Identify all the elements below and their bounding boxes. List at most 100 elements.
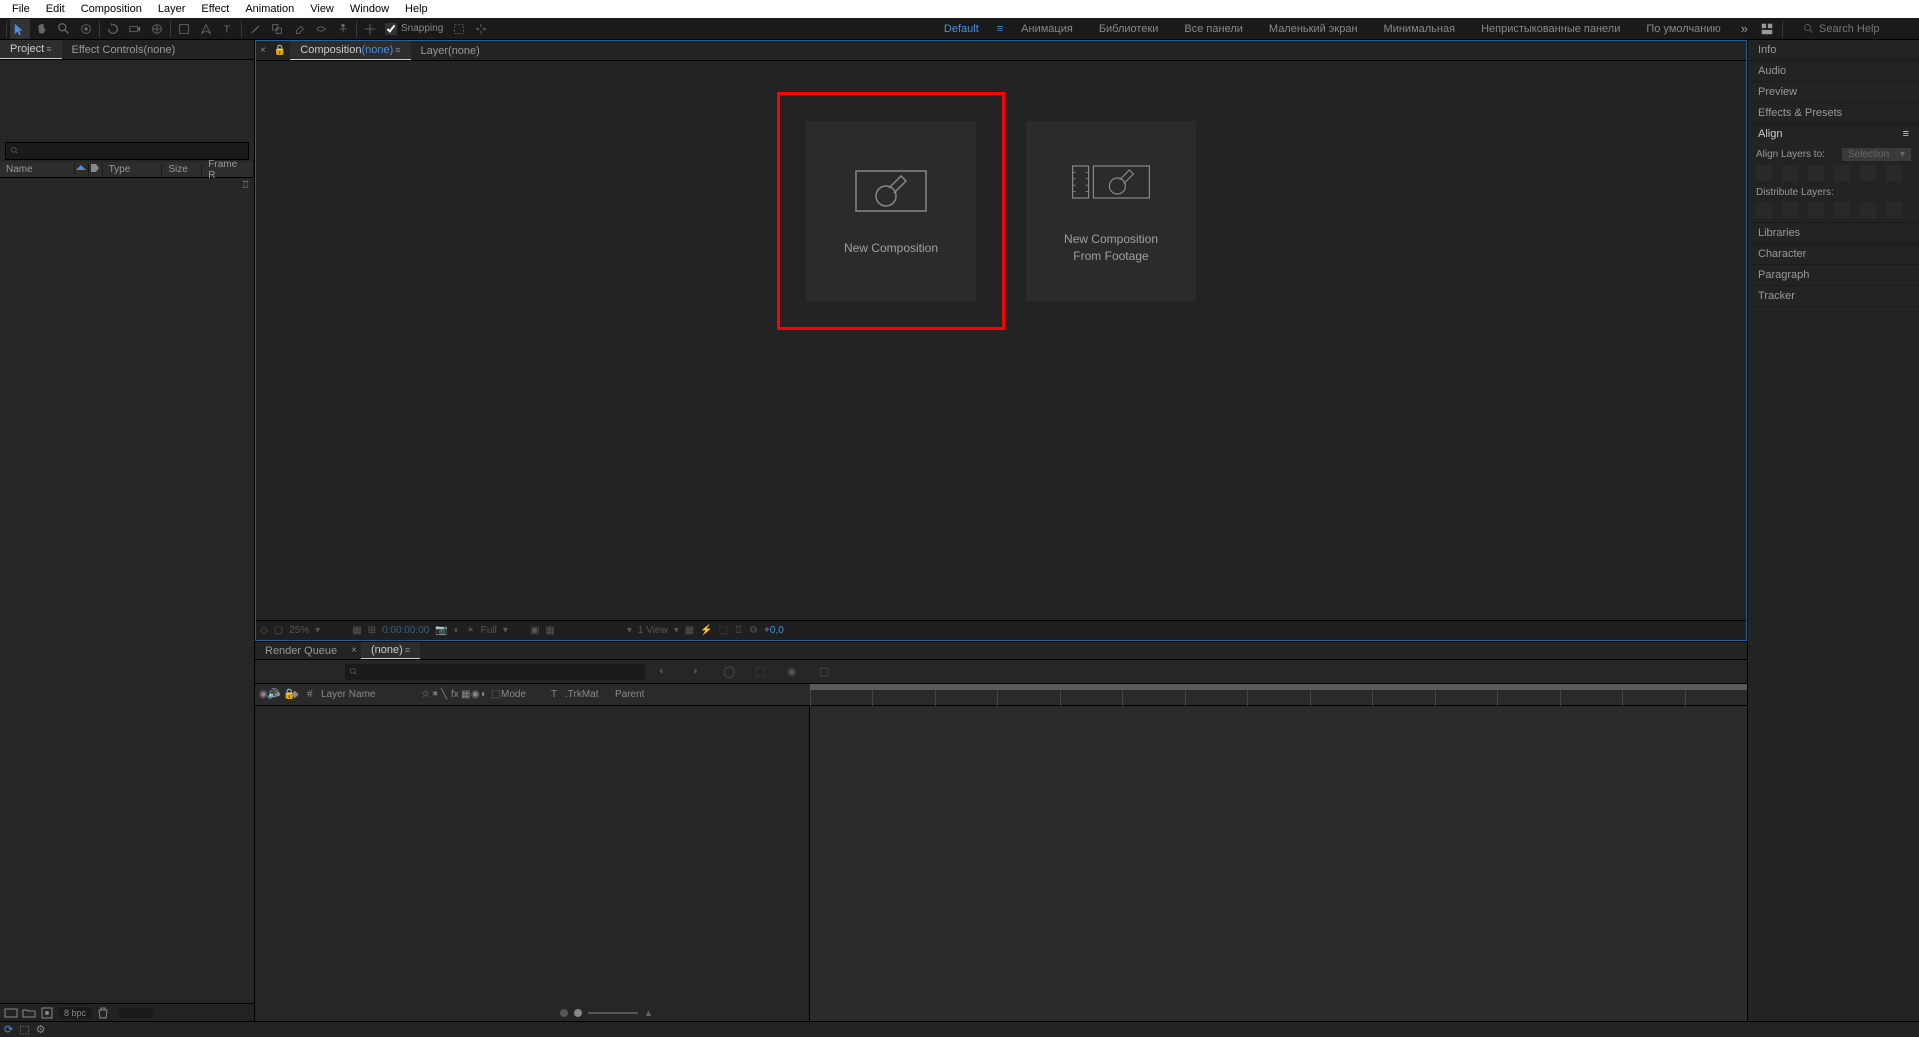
ws-minimal[interactable]: Минимальная [1372, 20, 1468, 38]
paragraph-panel[interactable]: Paragraph [1748, 265, 1919, 285]
timeline-zoom-slider[interactable]: ▲ [560, 1007, 1919, 1019]
exposure-adjust[interactable]: +0,0 [764, 625, 784, 636]
dist-vcenter-icon[interactable] [1782, 202, 1798, 218]
roto-tool-icon[interactable] [311, 19, 331, 39]
menu-edit[interactable]: Edit [38, 3, 73, 15]
snap-collapse-icon[interactable] [471, 19, 491, 39]
align-selection-dropdown[interactable]: Selection▾ [1842, 148, 1911, 161]
new-comp-from-footage-button[interactable]: New Composition From Footage [1026, 121, 1196, 301]
dist-right-icon[interactable] [1886, 202, 1902, 218]
marker-icon[interactable]: ◇ [260, 625, 268, 636]
new-composition-button[interactable]: New Composition [806, 121, 976, 301]
menu-file[interactable]: File [4, 3, 38, 15]
draft-icon[interactable]: ◯ [723, 665, 737, 679]
col-fx-icon[interactable]: fx [447, 689, 457, 700]
col-solo-icon[interactable]: ● [271, 689, 279, 700]
hand-tool-icon[interactable] [32, 19, 52, 39]
timecode[interactable]: 0:00:00:00 [382, 625, 429, 636]
eraser-tool-icon[interactable] [289, 19, 309, 39]
menu-layer[interactable]: Layer [150, 3, 194, 15]
effects-presets-panel[interactable]: Effects & Presets [1748, 103, 1919, 123]
close-timeline-tab[interactable]: × [351, 645, 357, 656]
timeline-layer-list[interactable] [255, 706, 810, 1021]
ws-all-panels[interactable]: Все панели [1172, 20, 1254, 38]
pan-behind-tool-icon[interactable] [147, 19, 167, 39]
camera-tool-icon[interactable] [125, 19, 145, 39]
align-vcenter-icon[interactable] [1860, 165, 1876, 181]
layer-tab[interactable]: Layer (none) [411, 41, 490, 60]
composition-tab[interactable]: Composition (none) ≡ [290, 41, 410, 60]
transparency-icon[interactable]: ▦ [545, 625, 554, 636]
3d-icon[interactable]: ⬚ [719, 625, 728, 636]
timeline-none-tab[interactable]: (none) ≡ [361, 642, 420, 659]
type-tool-icon[interactable]: T [218, 19, 238, 39]
align-right-icon[interactable] [1808, 165, 1824, 181]
col-trkmat[interactable]: .TrkMat [561, 689, 611, 700]
zoom-dropdown-icon[interactable]: ▾ [315, 625, 320, 636]
align-hcenter-icon[interactable] [1782, 165, 1798, 181]
col-shy2-icon[interactable]: ☆ [417, 689, 427, 700]
col-label-icon[interactable]: ◆ [287, 689, 303, 700]
brush-tool-icon[interactable] [245, 19, 265, 39]
shape-tool-icon[interactable] [174, 19, 194, 39]
interpret-footage-icon[interactable] [4, 1006, 18, 1020]
tracker-panel[interactable]: Tracker [1748, 286, 1919, 306]
fast-preview-icon[interactable]: ⚡ [700, 625, 712, 636]
new-comp-icon[interactable] [40, 1006, 54, 1020]
zoom-tool-icon[interactable] [54, 19, 74, 39]
comp-mini-icon[interactable]: ◐ [659, 665, 673, 679]
dist-hcenter-icon[interactable] [1860, 202, 1876, 218]
snapping-checkbox[interactable]: Snapping [385, 23, 443, 35]
project-menu-icon[interactable]: ≡ [46, 44, 51, 54]
toggle-icon[interactable]: ▢ [274, 625, 283, 636]
col-tag-icon[interactable] [89, 163, 103, 176]
project-body[interactable]: ♖ [0, 178, 254, 1003]
col-type[interactable]: Type [103, 164, 163, 175]
selection-tool-icon[interactable] [10, 19, 30, 39]
dist-left-icon[interactable] [1834, 202, 1850, 218]
snapshot-icon[interactable]: 📷 [435, 625, 447, 636]
render-queue-tab[interactable]: Render Queue [255, 642, 347, 659]
close-tab-icon[interactable]: × [260, 45, 266, 56]
view-dropdown-icon[interactable]: ▾ [627, 625, 632, 636]
graph-editor-icon[interactable]: ▢ [819, 665, 833, 679]
frame-blend-icon[interactable]: ⬚ [755, 665, 769, 679]
col-adjust-icon[interactable]: ◐ [477, 689, 487, 700]
ws-menu-icon[interactable]: ≡ [993, 23, 1007, 35]
timeline-ruler[interactable] [810, 684, 1747, 705]
motion-blur-icon[interactable]: ◉ [787, 665, 801, 679]
col-size[interactable]: Size [162, 164, 202, 175]
comp-menu-icon[interactable]: ≡ [395, 45, 400, 55]
bpc-indicator[interactable]: 8 bpc [58, 1007, 92, 1019]
grid-icon[interactable]: ⊞ [368, 625, 376, 636]
col-3d-icon[interactable]: ⬚ [487, 689, 497, 700]
rotation-tool-icon[interactable] [103, 19, 123, 39]
workspace-menu-icon[interactable] [1757, 19, 1777, 39]
ws-undocked[interactable]: Непристыкованные панели [1469, 20, 1632, 38]
status-icon-1[interactable]: ⟳ [4, 1023, 13, 1036]
zoom-value[interactable]: 25% [289, 625, 309, 636]
quality-value[interactable]: Full [481, 625, 497, 636]
align-bottom-icon[interactable] [1886, 165, 1902, 181]
flowchart-icon[interactable]: ♖ [241, 180, 250, 191]
col-visibility-icon[interactable]: ◉ [255, 689, 263, 700]
effect-controls-tab[interactable]: Effect Controls (none) [62, 40, 186, 59]
menu-view[interactable]: View [302, 3, 342, 15]
quality-dropdown-icon[interactable]: ▾ [503, 625, 508, 636]
channel-icon[interactable]: ◐ [454, 625, 460, 636]
col-mblur2-icon[interactable]: ◉ [467, 689, 477, 700]
col-label-icon[interactable] [75, 163, 89, 176]
timeline-menu-icon[interactable]: ≡ [405, 645, 410, 655]
timeline-tracks[interactable] [810, 706, 1747, 1021]
project-search[interactable] [5, 142, 249, 160]
ws-animation[interactable]: Анимация [1009, 20, 1085, 38]
view-count[interactable]: 1 View [638, 625, 668, 636]
audio-panel[interactable]: Audio [1748, 61, 1919, 81]
col-hash[interactable]: # [303, 689, 317, 700]
zoom-in-icon[interactable]: ▲ [644, 1008, 653, 1018]
status-icon-3[interactable]: ⚙ [36, 1023, 46, 1036]
ws-default-ru[interactable]: По умолчанию [1634, 20, 1732, 38]
settings-icon[interactable]: ⚙ [749, 625, 758, 636]
col-layer-name[interactable]: Layer Name [317, 689, 417, 700]
col-t[interactable]: T [547, 689, 561, 700]
